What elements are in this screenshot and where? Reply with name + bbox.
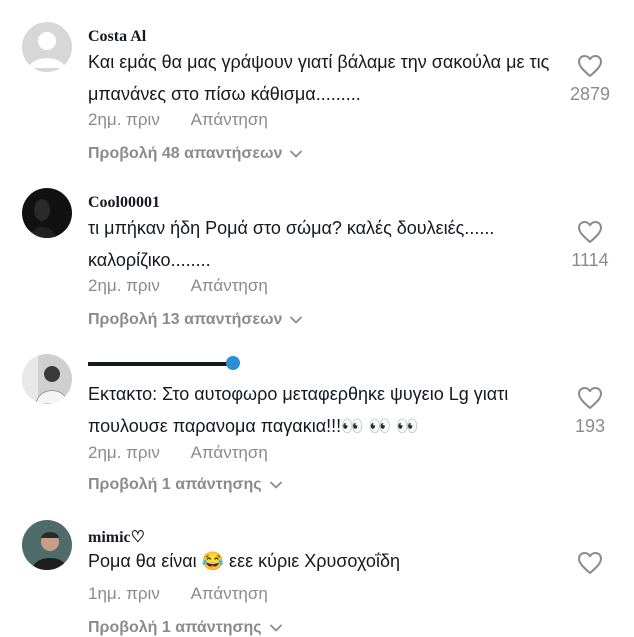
view-replies-label: Προβολή 13 απαντήσεων xyxy=(88,311,283,328)
comment-time: 1ημ. πριν xyxy=(88,584,160,603)
view-replies-label: Προβολή 1 απάντησης xyxy=(88,619,262,636)
comment-text: Και εμάς θα μας γράψουν γιατί βάλαμε την… xyxy=(88,52,550,104)
like-button[interactable] xyxy=(560,551,620,581)
view-replies-button[interactable]: Προβολή 13 απαντήσεων xyxy=(88,311,303,329)
comment-meta: 2ημ. πριν Απάντηση xyxy=(88,110,268,130)
profile-photo-icon xyxy=(22,354,72,404)
reply-button[interactable]: Απάντηση xyxy=(191,584,268,603)
comment-time: 2ημ. πριν xyxy=(88,110,160,129)
reply-button[interactable]: Απάντηση xyxy=(191,110,268,129)
comment-meta: 2ημ. πριν Απάντηση xyxy=(88,443,268,463)
heart-outline-icon xyxy=(560,54,620,78)
username-redaction-badge xyxy=(226,356,240,370)
comment-username[interactable]: Cool00001 xyxy=(88,194,160,212)
comment-username[interactable]: mimic♡ xyxy=(88,527,145,547)
default-avatar-icon xyxy=(22,22,72,72)
comment-text: Εκτακτο: Στο αυτοφωρο μεταφερθηκε ψυγειο… xyxy=(88,384,509,436)
like-count: 1114 xyxy=(571,250,609,270)
comment-text: Ρομα θα είναι 😂 εεε κύριε Χρυσοχοΐδη xyxy=(88,551,400,571)
avatar-user[interactable] xyxy=(22,188,72,238)
comment-text: τι μπήκαν ήδη Ρομά στο σώμα? καλές δουλε… xyxy=(88,218,495,270)
profile-photo-icon xyxy=(22,188,72,238)
like-button[interactable]: 2879 xyxy=(560,54,620,105)
chevron-down-icon xyxy=(290,145,303,163)
like-count: 193 xyxy=(574,416,606,436)
avatar-user[interactable] xyxy=(22,520,72,570)
heart-outline-icon xyxy=(560,386,620,410)
view-replies-button[interactable]: Προβολή 48 απαντήσεων xyxy=(88,145,303,163)
comment-username[interactable]: Costa Al xyxy=(88,28,146,46)
avatar-user[interactable] xyxy=(22,354,72,404)
heart-outline-icon xyxy=(560,220,620,244)
username-redaction xyxy=(88,362,238,366)
comment-meta: 1ημ. πριν Απάντηση xyxy=(88,584,268,604)
view-replies-label: Προβολή 1 απάντησης xyxy=(88,476,262,493)
comment-time: 2ημ. πριν xyxy=(88,276,160,295)
heart-outline-icon xyxy=(560,551,620,575)
avatar-default[interactable] xyxy=(22,22,72,72)
chevron-down-icon xyxy=(269,476,282,494)
comment-meta: 2ημ. πριν Απάντηση xyxy=(88,276,268,296)
profile-photo-icon xyxy=(22,520,72,570)
view-replies-button[interactable]: Προβολή 1 απάντησης xyxy=(88,619,282,637)
chevron-down-icon xyxy=(269,619,282,637)
reply-button[interactable]: Απάντηση xyxy=(191,443,268,462)
like-button[interactable]: 1114 xyxy=(560,220,620,271)
reply-button[interactable]: Απάντηση xyxy=(191,276,268,295)
like-button[interactable]: 193 xyxy=(560,386,620,437)
view-replies-label: Προβολή 48 απαντήσεων xyxy=(88,145,283,162)
view-replies-button[interactable]: Προβολή 1 απάντησης xyxy=(88,476,282,494)
comment-time: 2ημ. πριν xyxy=(88,443,160,462)
chevron-down-icon xyxy=(290,311,303,329)
like-count: 2879 xyxy=(569,84,611,104)
